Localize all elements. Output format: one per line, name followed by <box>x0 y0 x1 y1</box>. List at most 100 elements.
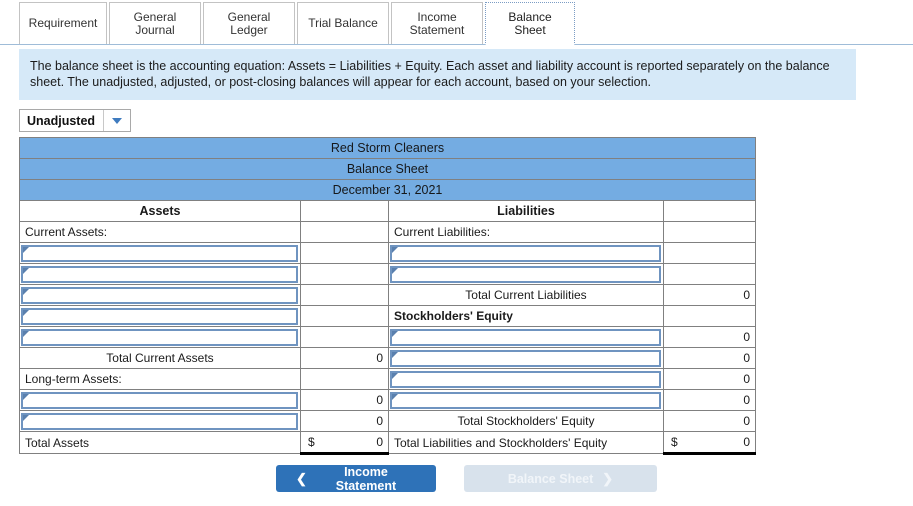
stockholders-equity-amount-cell <box>663 305 756 327</box>
equity-account-input-3[interactable] <box>390 370 661 388</box>
liability-account-input-cell-1[interactable] <box>388 242 664 264</box>
instructions-banner: The balance sheet is the accounting equa… <box>19 49 856 100</box>
balance-sheet-table: Red Storm Cleaners Balance Sheet Decembe… <box>19 137 756 455</box>
navigation-footer: ❮ Income Statement Balance Sheet ❯ <box>0 464 913 493</box>
balance-type-select[interactable]: Unadjusted <box>19 109 132 132</box>
equity-account-input-cell-4[interactable] <box>388 389 664 411</box>
prev-income-statement-button[interactable]: ❮ Income Statement <box>276 464 436 493</box>
equity-amount-cell-3: 0 <box>663 368 756 390</box>
liability-account-input-2[interactable] <box>390 265 661 283</box>
tab-general-ledger[interactable]: General Ledger <box>203 2 295 44</box>
total-assets-value-cell: $0 <box>300 431 389 455</box>
empty-cell <box>663 221 756 243</box>
asset-amount-cell-4 <box>300 305 389 327</box>
table-row: Stockholders' Equity <box>19 305 756 327</box>
table-row-column-headers: Assets Liabilities <box>19 200 756 222</box>
assets-column-header: Assets <box>19 200 301 222</box>
asset-account-input-cell-1[interactable] <box>19 242 301 264</box>
total-liabilities-equity-label: Total Liabilities and Stockholders' Equi… <box>388 431 664 454</box>
equity-account-input-1[interactable] <box>390 328 661 346</box>
table-row: Total Current Assets 0 0 <box>19 347 756 369</box>
equity-account-input-4[interactable] <box>390 391 661 409</box>
table-row: 0 0 <box>19 389 756 411</box>
table-row <box>19 263 756 285</box>
table-row: Long-term Assets: 0 <box>19 368 756 390</box>
asset-account-input-2[interactable] <box>21 265 298 283</box>
liability-account-input-1[interactable] <box>390 244 661 262</box>
total-current-liabilities-label: Total Current Liabilities <box>388 284 664 306</box>
current-assets-label: Current Assets: <box>19 221 301 243</box>
balance-type-value: Unadjusted <box>27 113 96 128</box>
table-row <box>19 242 756 264</box>
assets-amount-header <box>300 200 389 222</box>
equity-amount-cell-2: 0 <box>663 347 756 369</box>
table-row-grand-total: Total Assets $0 Total Liabilities and St… <box>19 431 756 455</box>
tab-bar: Requirement General Journal General Ledg… <box>0 0 913 45</box>
dollar-sign: $ <box>308 435 315 449</box>
liabilities-amount-header <box>663 200 756 222</box>
sheet-date: December 31, 2021 <box>19 179 756 201</box>
long-term-asset-input-1[interactable] <box>21 391 298 409</box>
asset-account-input-cell-4[interactable] <box>19 305 301 327</box>
long-term-asset-amount-2: 0 <box>300 410 389 432</box>
tab-label: Trial Balance <box>308 16 378 30</box>
table-row-statement: Balance Sheet <box>19 158 756 180</box>
tab-income-statement[interactable]: Income Statement <box>391 2 483 44</box>
total-current-liabilities-value: 0 <box>663 284 756 306</box>
liabilities-column-header: Liabilities <box>388 200 664 222</box>
asset-amount-cell-1 <box>300 242 389 264</box>
table-row-company: Red Storm Cleaners <box>19 137 756 159</box>
asset-amount-cell-3 <box>300 284 389 306</box>
asset-account-input-3[interactable] <box>21 286 298 304</box>
table-row-section-labels: Current Assets: Current Liabilities: <box>19 221 756 243</box>
equity-account-input-cell-1[interactable] <box>388 326 664 348</box>
tab-requirement[interactable]: Requirement <box>19 2 107 44</box>
tab-label: General Ledger <box>227 9 271 37</box>
balance-type-row: Unadjusted <box>19 109 913 132</box>
tab-balance-sheet[interactable]: Balance Sheet <box>485 2 575 45</box>
tab-trial-balance[interactable]: Trial Balance <box>297 2 389 44</box>
long-term-asset-amount-1: 0 <box>300 389 389 411</box>
total-stockholders-equity-value: 0 <box>663 410 756 432</box>
prev-button-label: Income Statement <box>335 464 397 493</box>
asset-account-input-cell-2[interactable] <box>19 263 301 285</box>
chevron-down-icon[interactable] <box>103 110 131 131</box>
long-term-asset-input-cell-2[interactable] <box>19 410 301 432</box>
equity-amount-cell-1: 0 <box>663 326 756 348</box>
sheet-company-name: Red Storm Cleaners <box>19 137 756 159</box>
tab-general-journal[interactable]: General Journal <box>109 2 201 44</box>
next-balance-sheet-button: Balance Sheet ❯ <box>464 465 657 492</box>
empty-cell <box>300 221 389 243</box>
total-liabilities-equity-value: 0 <box>743 435 750 449</box>
asset-account-input-1[interactable] <box>21 244 298 262</box>
tab-label: General Journal <box>133 9 177 37</box>
liability-amount-cell-1 <box>663 242 756 264</box>
liability-amount-cell-2 <box>663 263 756 285</box>
asset-account-input-4[interactable] <box>21 307 298 325</box>
sheet-statement-name: Balance Sheet <box>19 158 756 180</box>
long-term-asset-input-2[interactable] <box>21 412 298 430</box>
asset-account-input-cell-5[interactable] <box>19 326 301 348</box>
chevron-right-icon: ❯ <box>602 471 614 486</box>
total-liabilities-equity-value-cell: $0 <box>663 431 756 455</box>
equity-account-input-cell-2[interactable] <box>388 347 664 369</box>
tab-label: Balance Sheet <box>508 9 552 37</box>
stockholders-equity-label: Stockholders' Equity <box>388 305 664 327</box>
table-row-date: December 31, 2021 <box>19 179 756 201</box>
long-term-asset-input-cell-1[interactable] <box>19 389 301 411</box>
total-assets-label: Total Assets <box>19 431 301 454</box>
equity-account-input-2[interactable] <box>390 349 661 367</box>
equity-account-input-cell-3[interactable] <box>388 368 664 390</box>
current-liabilities-label: Current Liabilities: <box>388 221 664 243</box>
balance-sheet-container: Red Storm Cleaners Balance Sheet Decembe… <box>19 137 913 455</box>
total-current-assets-value: 0 <box>300 347 389 369</box>
total-assets-value: 0 <box>376 435 383 449</box>
asset-amount-cell-2 <box>300 263 389 285</box>
tab-label: Income Statement <box>409 9 465 37</box>
dollar-sign: $ <box>671 435 678 449</box>
next-button-label: Balance Sheet <box>507 471 594 486</box>
asset-account-input-5[interactable] <box>21 328 298 346</box>
liability-account-input-cell-2[interactable] <box>388 263 664 285</box>
chevron-left-icon: ❮ <box>296 471 307 486</box>
asset-account-input-cell-3[interactable] <box>19 284 301 306</box>
